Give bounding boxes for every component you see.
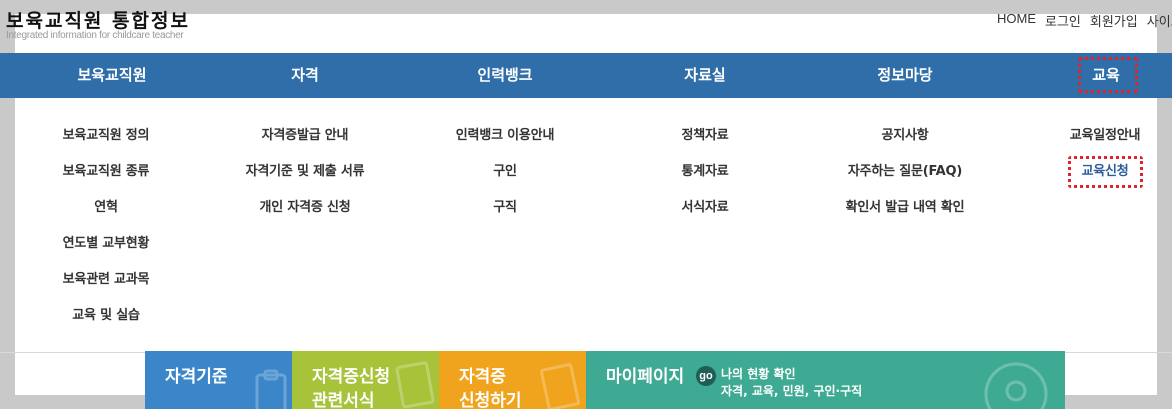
submenu-item[interactable]: 구인	[456, 162, 554, 198]
submenu-item[interactable]: 구직	[456, 198, 554, 234]
nav-item-resources[interactable]: 자료실	[684, 53, 725, 98]
submenu-item[interactable]: 개인 자격증 신청	[246, 198, 365, 234]
submenu-item[interactable]: 연도별 교부현황	[63, 234, 150, 270]
sitemap-link[interactable]: 사이트맵	[1147, 11, 1172, 30]
submenu-item[interactable]: 보육교직원 정의	[63, 126, 150, 162]
submenu-item[interactable]: 보육교직원 종류	[63, 162, 150, 198]
go-badge: go	[696, 366, 716, 386]
submenu-info: 공지사항 자주하는 질문(FAQ) 확인서 발급 내역 확인	[846, 126, 965, 234]
banner-title: 자격증신청	[312, 367, 391, 387]
home-link[interactable]: HOME	[997, 11, 1036, 30]
nav-education-highlight	[1078, 57, 1138, 93]
signup-link[interactable]: 회원가입	[1090, 11, 1138, 30]
submenu-staff: 보육교직원 정의 보육교직원 종류 연혁 연도별 교부현황 보육관련 교과목 교…	[63, 126, 150, 342]
submenu-item[interactable]: 교육 및 실습	[63, 306, 150, 342]
submenu-item[interactable]: 자격증발급 안내	[246, 126, 365, 162]
login-link[interactable]: 로그인	[1045, 11, 1081, 30]
nav-item-qualification[interactable]: 자격	[291, 53, 319, 98]
submenu-item[interactable]: 통계자료	[681, 162, 728, 198]
submenu-item[interactable]: 연혁	[63, 198, 150, 234]
submenu-manpower-bank: 인력뱅크 이용안내 구인 구직	[456, 126, 555, 234]
submenu-item[interactable]: 서식자료	[681, 198, 728, 234]
nav-item-manpower-bank[interactable]: 인력뱅크	[477, 53, 532, 98]
banner-title: 자격기준	[165, 367, 228, 387]
mypage-status-text: 나의 현황 확인	[721, 367, 796, 381]
banner-mypage[interactable]: 마이페이지 go 나의 현황 확인 자격, 교육, 민원, 구인·구직	[586, 351, 1065, 409]
submenu-item[interactable]: 확인서 발급 내역 확인	[846, 198, 965, 234]
banner-title-line2: 신청하기	[459, 391, 522, 409]
banner-title: 마이페이지	[606, 367, 685, 387]
banner-title-line2: 관련서식	[312, 391, 375, 409]
nav-item-info[interactable]: 정보마당	[877, 53, 932, 98]
papers-icon	[540, 363, 580, 409]
submenu-item[interactable]: 자주하는 질문(FAQ)	[846, 162, 965, 198]
banner-certificate-forms[interactable]: 자격증신청 관련서식	[292, 351, 439, 409]
site-title: 보육교직원 통합정보	[6, 10, 190, 32]
submenu-item[interactable]: 공지사항	[846, 126, 965, 162]
main-nav: 보육교직원 자격 인력뱅크 자료실 정보마당 교육	[0, 53, 1172, 98]
search-icon	[984, 362, 1048, 409]
clipboard-icon	[255, 369, 287, 409]
submenu-item[interactable]: 보육관련 교과목	[63, 270, 150, 306]
mypage-detail-text: 자격, 교육, 민원, 구인·구직	[721, 384, 863, 398]
site-subtitle: Integrated information for childcare tea…	[6, 30, 184, 41]
utility-links: HOME 로그인 회원가입 사이트맵	[997, 11, 1172, 30]
banner-certificate-apply[interactable]: 자격증 신청하기	[439, 351, 586, 409]
submenu-item[interactable]: 인력뱅크 이용안내	[456, 126, 555, 162]
education-apply-highlight	[1068, 156, 1143, 188]
document-icon	[395, 361, 435, 409]
submenu-item[interactable]: 자격기준 및 제출 서류	[246, 162, 365, 198]
banner-qualification-criteria[interactable]: 자격기준	[145, 351, 292, 409]
site-logo[interactable]: 보육교직원 통합정보 Integrated information for ch…	[6, 10, 190, 42]
banner-title: 자격증	[459, 367, 506, 387]
submenu-resources: 정책자료 통계자료 서식자료	[681, 126, 728, 234]
submenu-qualification: 자격증발급 안내 자격기준 및 제출 서류 개인 자격증 신청	[246, 126, 365, 234]
nav-item-staff[interactable]: 보육교직원	[77, 53, 146, 98]
submenu-item[interactable]: 정책자료	[681, 126, 728, 162]
